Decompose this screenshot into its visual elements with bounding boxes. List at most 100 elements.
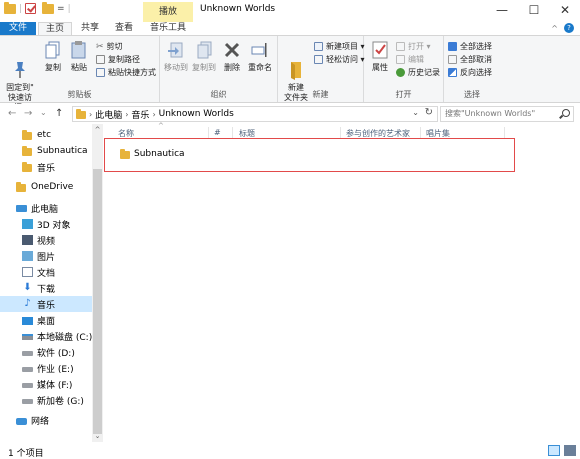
nav-item-music-quick[interactable]: 音乐 (0, 159, 92, 175)
title-bar: | = | 播放 Unknown Worlds — ☐ ✕ (0, 0, 580, 22)
column-divider[interactable] (232, 127, 233, 139)
qat-divider: | (67, 3, 71, 14)
nav-item-desktop[interactable]: 桌面 (0, 312, 92, 328)
forward-button[interactable]: → (24, 108, 32, 119)
nav-item-pictures[interactable]: 图片 (0, 248, 92, 264)
column-divider[interactable] (420, 127, 421, 139)
folder-icon (4, 1, 16, 14)
nav-item-music[interactable]: ♪ 音乐 (0, 296, 92, 312)
breadcrumb-this-pc[interactable]: 此电脑 (95, 108, 122, 121)
qat-customize-button[interactable]: = (57, 4, 65, 14)
cut-label: 剪切 (106, 42, 123, 51)
nav-scrollbar[interactable]: ^ ⌄ (92, 124, 103, 442)
tab-music-tools[interactable]: 音乐工具 (145, 22, 191, 35)
nav-item-label: 视频 (37, 236, 56, 247)
select-all-button[interactable]: 全部选择 (448, 41, 492, 52)
move-to-button[interactable]: 移动到 (164, 40, 188, 73)
invert-selection-button[interactable]: 反向选择 (448, 67, 492, 78)
details-view-icon[interactable] (548, 445, 560, 456)
open-button[interactable]: 打开 ▾ (396, 41, 431, 52)
search-icon[interactable] (562, 109, 570, 117)
breadcrumb-unknown-worlds[interactable]: Unknown Worlds (159, 109, 234, 119)
nav-item-videos[interactable]: 视频 (0, 232, 92, 248)
properties-check-icon[interactable] (25, 3, 37, 14)
tab-view[interactable]: 查看 (110, 22, 138, 35)
help-icon[interactable]: ? (564, 23, 574, 33)
column-header-album[interactable]: 唱片集 (426, 128, 450, 139)
tab-home[interactable]: 主页 (38, 22, 72, 35)
recent-locations-button[interactable]: ⌄ (40, 108, 47, 117)
nav-item-network[interactable]: 网络 (0, 412, 92, 428)
nav-item-etc[interactable]: etc (0, 127, 92, 143)
minimize-button[interactable]: — (487, 3, 517, 17)
item-count: 1 个项目 (8, 449, 44, 459)
column-header-title[interactable]: 标题 (239, 128, 255, 139)
onedrive-icon (16, 182, 27, 192)
copy-path-icon (96, 55, 105, 64)
large-icons-view-icon[interactable] (564, 445, 576, 456)
file-list: ^ 名称 # 标题 参与创作的艺术家 唱片集 Subnautica (104, 122, 580, 442)
file-row[interactable]: Subnautica (118, 146, 580, 162)
window-title: Unknown Worlds (200, 4, 276, 14)
nav-item-downloads[interactable]: ⬇ 下载 (0, 280, 92, 296)
music-note-icon: ♪ (24, 298, 31, 309)
nav-item-label: 图片 (37, 252, 56, 263)
new-group-label: 新建 (312, 90, 329, 99)
easy-access-button[interactable]: 轻松访问 ▾ (314, 54, 365, 65)
history-button[interactable]: 历史记录 (396, 67, 440, 78)
nav-item-drive-c[interactable]: 本地磁盘 (C:) (0, 328, 92, 344)
column-divider[interactable] (340, 127, 341, 139)
back-button[interactable]: ← (8, 108, 16, 119)
cut-button[interactable]: ✂ 剪切 (96, 41, 123, 52)
select-none-button[interactable]: 全部取消 (448, 54, 492, 65)
column-divider[interactable] (208, 127, 209, 139)
address-bar[interactable]: › 此电脑 › 音乐 › Unknown Worlds ⌄ ↻ (72, 106, 438, 122)
column-header-artist[interactable]: 参与创作的艺术家 (346, 128, 410, 139)
maximize-button[interactable]: ☐ (519, 3, 549, 17)
breadcrumb-music[interactable]: 音乐 (131, 108, 149, 121)
nav-item-drive-f[interactable]: 媒体 (F:) (0, 376, 92, 392)
copy-to-button[interactable]: 复制到 (192, 40, 216, 73)
copy-path-button[interactable]: 复制路径 (96, 54, 140, 65)
contextual-tab-play[interactable]: 播放 (143, 2, 193, 22)
properties-button[interactable]: 属性 (368, 40, 392, 73)
column-header-name[interactable]: 名称 (118, 128, 134, 139)
nav-item-drive-g[interactable]: 新加卷 (G:) (0, 392, 92, 408)
copy-button[interactable]: 复制 (42, 40, 64, 73)
tab-share[interactable]: 共享 (76, 22, 104, 35)
delete-button[interactable]: 删除 (222, 40, 242, 73)
refresh-button[interactable]: ↻ (425, 107, 433, 118)
nav-item-drive-e[interactable]: 作业 (E:) (0, 360, 92, 376)
nav-item-3d-objects[interactable]: 3D 对象 (0, 216, 92, 232)
drive-icon (22, 367, 33, 372)
edit-button[interactable]: 编辑 (396, 54, 424, 65)
new-folder-icon[interactable] (42, 1, 55, 14)
scroll-up-button[interactable]: ^ (92, 126, 103, 134)
nav-item-documents[interactable]: 文档 (0, 264, 92, 280)
up-button[interactable]: ↑ (55, 108, 63, 119)
ribbon: 固定到" 快速访问" 复制 粘贴 ✂ 剪切 复制路径 粘贴快捷方式 剪贴板 (0, 35, 580, 112)
nav-item-onedrive[interactable]: OneDrive (0, 179, 92, 195)
pin-quick-access-button[interactable]: 固定到" 快速访问" (4, 40, 36, 113)
nav-item-label: 桌面 (37, 316, 56, 327)
collapse-ribbon-icon[interactable]: ^ (551, 24, 558, 33)
new-item-button[interactable]: 新建项目 ▾ (314, 41, 365, 52)
close-button[interactable]: ✕ (550, 3, 580, 17)
breadcrumb-separator: › (152, 109, 156, 119)
nav-item-this-pc[interactable]: 此电脑 (0, 200, 92, 216)
tab-file[interactable]: 文件 (0, 22, 36, 35)
scroll-down-button[interactable]: ⌄ (92, 432, 103, 440)
nav-item-label: 媒体 (F:) (37, 380, 73, 391)
rename-button[interactable]: 重命名 (246, 40, 274, 73)
search-input[interactable]: 搜索"Unknown Worlds" (440, 106, 574, 122)
paste-shortcut-button[interactable]: 粘贴快捷方式 (96, 67, 156, 78)
picture-icon (22, 251, 33, 261)
paste-button[interactable]: 粘贴 (68, 40, 90, 73)
nav-item-subnautica[interactable]: Subnautica (0, 143, 92, 159)
column-header-number[interactable]: # (214, 128, 221, 137)
nav-item-drive-d[interactable]: 软件 (D:) (0, 344, 92, 360)
select-all-icon (448, 42, 457, 51)
address-dropdown-button[interactable]: ⌄ (412, 108, 419, 117)
column-divider[interactable] (504, 127, 505, 139)
scroll-thumb[interactable] (93, 169, 102, 434)
